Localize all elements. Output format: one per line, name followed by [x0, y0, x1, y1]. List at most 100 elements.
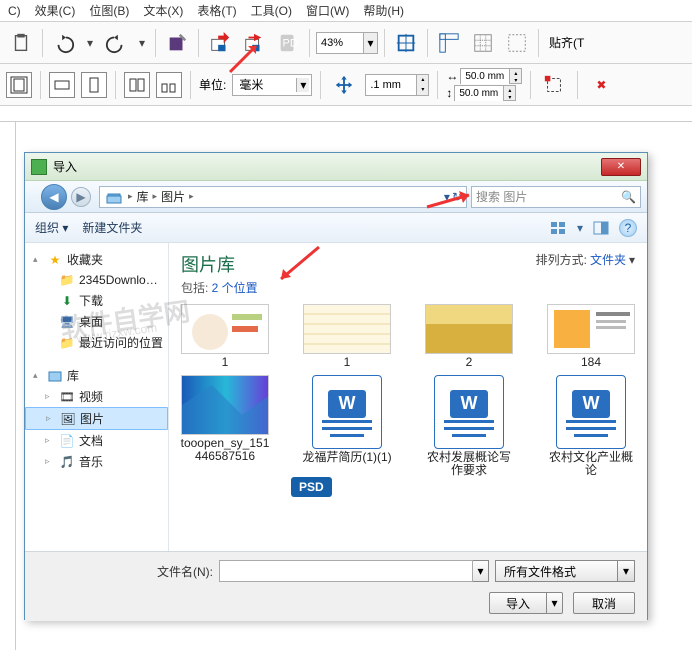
sidebar-tree: ▴★收藏夹 📁2345Downlo… ⬇下载 🖥桌面 📁最近访问的位置 ▴库 ▹…: [25, 243, 169, 551]
list-item[interactable]: 1: [301, 304, 393, 369]
dup-y-spin[interactable]: ▴▾: [454, 85, 516, 101]
tree-music[interactable]: ▹🎵音乐: [25, 451, 168, 472]
locations-link[interactable]: 2 个位置: [212, 281, 258, 295]
nav-back-button[interactable]: ◀: [41, 184, 67, 210]
ruler-icon[interactable]: [434, 28, 464, 58]
tree-recent[interactable]: 📁最近访问的位置: [25, 332, 168, 353]
redo-button[interactable]: [101, 28, 131, 58]
menu-window[interactable]: 窗口(W): [306, 2, 349, 19]
breadcrumb-dropdown[interactable]: ▾: [444, 190, 450, 204]
breadcrumb-buttons: ▾ ↻: [444, 190, 462, 204]
filename-dropdown[interactable]: ▾: [473, 560, 489, 582]
separator: [198, 29, 199, 57]
import-button[interactable]: 导入: [489, 592, 547, 614]
menubar: C) 效果(C) 位图(B) 文本(X) 表格(T) 工具(O) 窗口(W) 帮…: [0, 0, 692, 22]
tree-downloads[interactable]: ⬇下载: [25, 290, 168, 311]
landscape-icon[interactable]: [49, 72, 75, 98]
dup-y-input[interactable]: [455, 86, 503, 101]
list-item[interactable]: W龙福芹简历(1)(1): [301, 375, 393, 464]
content-header: 图片库 包括: 2 个位置 排列方式: 文件夹 ▾: [169, 243, 647, 300]
unit-dropdown-arrow[interactable]: ▾: [296, 78, 309, 92]
dup-x-spin[interactable]: ▴▾: [460, 68, 522, 84]
psd-thumb-partial[interactable]: PSD: [291, 477, 637, 497]
zoom-level-selector[interactable]: ▾: [316, 32, 378, 54]
sort-dropdown-arrow[interactable]: ▾: [629, 253, 635, 267]
dialog-body: ▴★收藏夹 📁2345Downlo… ⬇下载 🖥桌面 📁最近访问的位置 ▴库 ▹…: [25, 243, 647, 551]
menu-bitmap[interactable]: 位图(B): [89, 2, 129, 19]
list-item[interactable]: 184: [545, 304, 637, 369]
file-filter-combo[interactable]: 所有文件格式 ▾: [495, 560, 635, 582]
tree-libraries[interactable]: ▴库: [25, 365, 168, 386]
import-split-button[interactable]: 导入 ▾: [489, 592, 563, 614]
import-dialog: 导入 ✕ ◀ ▶ ▸ 库 ▸ 图片 ▸ ▾ ↻ 搜索 图片 🔍 组织 ▾ 新建文…: [24, 152, 648, 620]
library-icon[interactable]: [104, 188, 124, 206]
breadcrumb[interactable]: ▸ 库 ▸ 图片 ▸ ▾ ↻: [99, 186, 467, 208]
tree-desktop[interactable]: 🖥桌面: [25, 311, 168, 332]
page-layout-icon[interactable]: [6, 72, 32, 98]
paint-bucket-icon[interactable]: [162, 28, 192, 58]
preview-pane-button[interactable]: [591, 219, 611, 237]
export-icon[interactable]: [239, 28, 269, 58]
grid-icon[interactable]: [468, 28, 498, 58]
view-mode-button[interactable]: [549, 219, 569, 237]
menu-item-start[interactable]: C): [8, 4, 21, 18]
thumbnail-icon[interactable]: [156, 72, 182, 98]
zoom-input[interactable]: [317, 35, 363, 51]
tree-documents[interactable]: ▹📄文档: [25, 430, 168, 451]
fullscreen-icon[interactable]: [391, 28, 421, 58]
menu-help[interactable]: 帮助(H): [363, 2, 404, 19]
menu-text[interactable]: 文本(X): [143, 2, 183, 19]
portrait-icon[interactable]: [81, 72, 107, 98]
dup-y-icon: ↕: [446, 86, 452, 100]
organize-button[interactable]: 组织 ▾: [35, 219, 68, 236]
breadcrumb-root[interactable]: 库: [137, 188, 149, 205]
close-options-icon[interactable]: ✖: [586, 70, 616, 100]
help-icon[interactable]: ?: [619, 219, 637, 237]
star-icon: ★: [47, 252, 63, 268]
undo-dropdown[interactable]: ▾: [83, 28, 97, 58]
breadcrumb-folder[interactable]: 图片: [161, 188, 185, 205]
import-dropdown[interactable]: ▾: [547, 592, 563, 614]
list-item[interactable]: W农村发展概论写作要求: [423, 375, 515, 477]
menu-tools[interactable]: 工具(O): [251, 2, 292, 19]
tree-pictures[interactable]: ▹🖼图片: [25, 407, 168, 430]
guide-icon[interactable]: [502, 28, 532, 58]
dialog-titlebar: 导入 ✕: [25, 153, 647, 181]
nudge-icon[interactable]: [329, 70, 359, 100]
filename-label: 文件名(N):: [157, 563, 213, 580]
filename-input[interactable]: [219, 560, 473, 582]
menu-effects[interactable]: 效果(C): [35, 2, 76, 19]
dup-x-input[interactable]: [461, 69, 509, 84]
cancel-button[interactable]: 取消: [573, 592, 635, 614]
close-button[interactable]: ✕: [601, 158, 641, 176]
pdf-icon[interactable]: PDF: [273, 28, 303, 58]
tree-favorites[interactable]: ▴★收藏夹: [25, 249, 168, 270]
refresh-icon[interactable]: ↻: [452, 190, 462, 204]
unit-selector[interactable]: 毫米 ▾: [232, 74, 312, 96]
undo-button[interactable]: [49, 28, 79, 58]
nudge-distance-spin[interactable]: ▴▾: [365, 74, 429, 96]
search-input[interactable]: 搜索 图片 🔍: [471, 186, 641, 208]
facing-pages-icon[interactable]: [124, 72, 150, 98]
view-dropdown[interactable]: ▾: [577, 221, 583, 235]
redo-dropdown[interactable]: ▾: [135, 28, 149, 58]
menu-table[interactable]: 表格(T): [197, 2, 236, 19]
horizontal-ruler: [0, 106, 692, 122]
list-item[interactable]: W农村文化产业概论: [545, 375, 637, 477]
sort-selector[interactable]: 排列方式: 文件夹 ▾: [536, 251, 635, 268]
snap-label[interactable]: 贴齐(T: [549, 34, 584, 51]
import-icon[interactable]: [205, 28, 235, 58]
nudge-distance-input[interactable]: [366, 77, 416, 93]
tree-videos[interactable]: ▹🎞视频: [25, 386, 168, 407]
list-item[interactable]: 2: [423, 304, 515, 369]
tree-2345downloads[interactable]: 📁2345Downlo…: [25, 270, 168, 290]
new-folder-button[interactable]: 新建文件夹: [82, 219, 142, 236]
search-icon[interactable]: 🔍: [621, 190, 636, 204]
paste-icon[interactable]: [6, 28, 36, 58]
nav-forward-button[interactable]: ▶: [71, 187, 91, 207]
zoom-dropdown-arrow[interactable]: ▾: [363, 33, 377, 53]
list-item[interactable]: 1: [179, 304, 271, 369]
crop-marks-icon[interactable]: [539, 70, 569, 100]
list-item[interactable]: tooopen_sy_151446587516: [179, 375, 271, 463]
filter-dropdown-arrow[interactable]: ▾: [617, 561, 634, 581]
